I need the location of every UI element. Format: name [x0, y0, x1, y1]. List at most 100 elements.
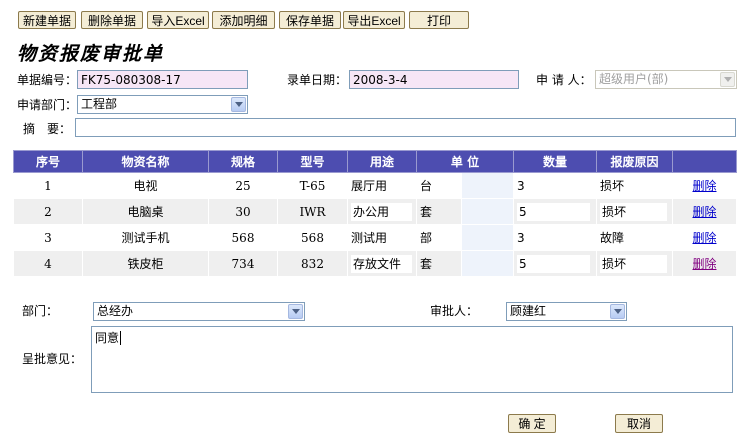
cell-spec: 568 — [208, 224, 278, 251]
opinion-label: 呈批意见： — [22, 352, 83, 366]
table-row: 1 电视 25 T-65 展厅用 台 3 损坏 删除 — [13, 172, 737, 199]
page-title: 物资报废审批单 — [17, 43, 165, 65]
summary-field[interactable] — [75, 118, 736, 137]
print-button[interactable]: 打印 — [409, 11, 469, 29]
approval-dept-label: 部门： — [22, 304, 59, 318]
cell-no: 2 — [13, 198, 83, 225]
dept-label: 申请部门： — [17, 98, 78, 112]
cell-name: 铁皮柜 — [82, 250, 209, 277]
reason-input[interactable]: 损坏 — [600, 254, 667, 273]
approval-dept-select[interactable]: 总经办 — [93, 302, 305, 321]
delete-row-link[interactable]: 删除 — [692, 205, 716, 219]
export-excel-button[interactable]: 导出Excel — [343, 11, 405, 29]
chevron-down-icon — [288, 304, 303, 319]
cell-blank — [461, 250, 514, 277]
cell-use[interactable]: 存放文件 — [347, 250, 417, 277]
cell-use[interactable]: 测试用 — [347, 224, 417, 251]
cancel-button[interactable]: 取消 — [615, 414, 663, 433]
cell-action: 删除 — [672, 224, 737, 251]
dept-value: 工程部 — [81, 97, 118, 111]
header-action — [672, 150, 737, 173]
cell-no: 4 — [13, 250, 83, 277]
cell-no: 1 — [13, 172, 83, 199]
confirm-button[interactable]: 确 定 — [508, 414, 556, 433]
header-unit: 单 位 — [416, 150, 514, 173]
chevron-down-icon — [720, 72, 735, 87]
qty-input[interactable]: 5 — [517, 254, 591, 273]
header-name: 物资名称 — [82, 150, 209, 173]
cell-action: 删除 — [672, 198, 737, 225]
cell-model: 832 — [277, 250, 348, 277]
cell-blank — [461, 172, 514, 199]
cell-name: 电脑桌 — [82, 198, 209, 225]
cell-unit[interactable]: 部 — [416, 224, 462, 251]
delete-row-link[interactable]: 删除 — [692, 179, 716, 193]
detail-table: 序号 物资名称 规格 型号 用途 单 位 数量 报废原因 1 电视 25 T-6… — [13, 150, 737, 277]
delete-row-link[interactable]: 删除 — [692, 257, 716, 271]
approver-label: 审批人： — [430, 304, 479, 318]
cell-unit[interactable]: 套 — [416, 250, 462, 277]
save-document-button[interactable]: 保存单据 — [279, 11, 341, 29]
cell-reason[interactable]: 损坏 — [596, 172, 673, 199]
cell-use[interactable]: 办公用 — [347, 198, 417, 225]
approver-select[interactable]: 顾建红 — [506, 302, 627, 321]
cell-reason[interactable]: 损坏 — [596, 198, 673, 225]
chevron-down-icon — [610, 304, 625, 319]
cell-name: 电视 — [82, 172, 209, 199]
cell-unit[interactable]: 套 — [416, 198, 462, 225]
cell-spec: 30 — [208, 198, 278, 225]
cell-unit[interactable]: 台 — [416, 172, 462, 199]
header-use: 用途 — [347, 150, 417, 173]
summary-label: 摘 要： — [23, 122, 72, 136]
cell-reason[interactable]: 损坏 — [596, 250, 673, 277]
doc-no-field[interactable] — [77, 70, 248, 89]
cell-name: 测试手机 — [82, 224, 209, 251]
approver-value: 顾建红 — [510, 304, 547, 318]
use-input[interactable]: 办公用 — [351, 202, 412, 221]
cell-qty[interactable]: 3 — [513, 172, 597, 199]
doc-no-label: 单据编号： — [17, 73, 78, 87]
applicant-select[interactable]: 超级用户(部) — [595, 70, 737, 89]
cell-spec: 25 — [208, 172, 278, 199]
cell-qty[interactable]: 5 — [513, 250, 597, 277]
cell-use[interactable]: 展厅用 — [347, 172, 417, 199]
header-no: 序号 — [13, 150, 83, 173]
opinion-text: 同意 — [95, 331, 120, 345]
use-input[interactable]: 存放文件 — [351, 254, 412, 273]
cell-action: 删除 — [672, 250, 737, 277]
cell-reason[interactable]: 故障 — [596, 224, 673, 251]
cell-model: 568 — [277, 224, 348, 251]
header-reason: 报废原因 — [596, 150, 673, 173]
applicant-label: 申 请 人： — [536, 73, 592, 87]
add-detail-button[interactable]: 添加明细 — [212, 11, 275, 29]
opinion-textarea[interactable]: 同意​ — [91, 326, 733, 393]
cell-qty[interactable]: 5 — [513, 198, 597, 225]
dept-select[interactable]: 工程部 — [77, 95, 248, 114]
header-model: 型号 — [277, 150, 348, 173]
table-row: 4 铁皮柜 734 832 存放文件 套 5 损坏 删除 — [13, 250, 737, 277]
table-header-row: 序号 物资名称 规格 型号 用途 单 位 数量 报废原因 — [13, 150, 737, 173]
cell-blank — [461, 198, 514, 225]
table-row: 2 电脑桌 30 IWR 办公用 套 5 损坏 删除 — [13, 198, 737, 225]
cell-no: 3 — [13, 224, 83, 251]
entry-date-label: 录单日期： — [287, 73, 348, 87]
cell-model: IWR — [277, 198, 348, 225]
cell-qty[interactable]: 3 — [513, 224, 597, 251]
cell-action: 删除 — [672, 172, 737, 199]
delete-row-link[interactable]: 删除 — [692, 231, 716, 245]
table-row: 3 测试手机 568 568 测试用 部 3 故障 删除 — [13, 224, 737, 251]
header-qty: 数量 — [513, 150, 597, 173]
entry-date-field[interactable] — [349, 70, 519, 89]
reason-input[interactable]: 损坏 — [600, 202, 667, 221]
header-spec: 规格 — [208, 150, 278, 173]
chevron-down-icon — [231, 97, 246, 112]
new-document-button[interactable]: 新建单据 — [18, 11, 76, 29]
delete-document-button[interactable]: 删除单据 — [81, 11, 143, 29]
cell-spec: 734 — [208, 250, 278, 277]
cell-blank — [461, 224, 514, 251]
qty-input[interactable]: 5 — [517, 202, 591, 221]
import-excel-button[interactable]: 导入Excel — [147, 11, 209, 29]
approval-dept-value: 总经办 — [97, 304, 134, 318]
applicant-value: 超级用户(部) — [599, 72, 669, 86]
cell-model: T-65 — [277, 172, 348, 199]
